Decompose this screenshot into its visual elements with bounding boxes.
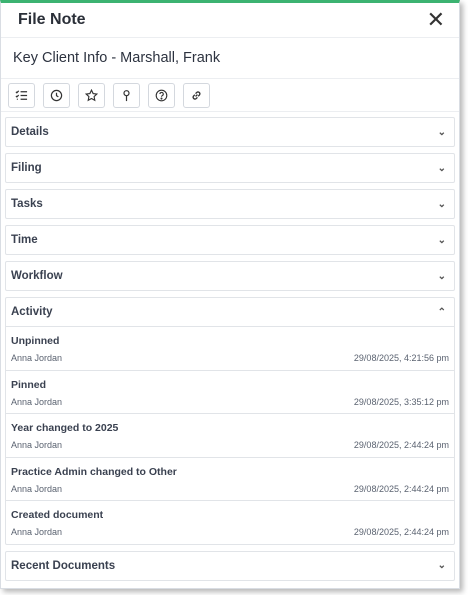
toolbar	[1, 79, 459, 112]
title-bar: File Note ✕	[1, 3, 459, 38]
activity-user: Anna Jordan	[11, 353, 63, 363]
section-tasks: Tasks ⌄	[5, 189, 455, 219]
section-workflow: Workflow ⌄	[5, 261, 455, 291]
history-button[interactable]	[43, 82, 70, 108]
help-button[interactable]	[148, 82, 175, 108]
activity-user: Anna Jordan	[11, 440, 63, 450]
section-recent-documents: Recent Documents ⌄	[5, 550, 455, 581]
panel-title: File Note	[18, 11, 86, 28]
activity-title: Year changed to 2025	[11, 422, 119, 434]
activity-timestamp: 29/08/2025, 4:21:56 pm	[353, 353, 449, 363]
sections-list: Details ⌄ Filing ⌄ Tasks ⌄ Time ⌄ Workfl	[1, 112, 459, 581]
section-header-filing[interactable]: Filing ⌄	[6, 154, 454, 182]
section-details: Details ⌄	[5, 117, 455, 147]
chevron-down-icon: ⌄	[437, 270, 446, 282]
checklist-icon	[15, 89, 28, 100]
note-subtitle: Key Client Info - Marshall, Frank	[1, 38, 459, 79]
clock-icon	[50, 89, 63, 101]
chevron-down-icon: ⌄	[437, 162, 446, 174]
activity-user: Anna Jordan	[11, 527, 63, 537]
favourite-button[interactable]	[78, 82, 105, 108]
link-button[interactable]	[183, 82, 210, 108]
activity-timestamp: 29/08/2025, 2:44:24 pm	[353, 483, 449, 494]
section-header-time[interactable]: Time ⌄	[6, 226, 454, 254]
section-header-details[interactable]: Details ⌄	[6, 118, 454, 146]
chevron-down-icon: ⌄	[437, 198, 446, 210]
activity-timestamp: 29/08/2025, 2:44:24 pm	[353, 440, 449, 450]
section-title: Time	[11, 234, 38, 246]
pin-button[interactable]	[113, 82, 140, 108]
chevron-down-icon: ⌄	[437, 126, 446, 138]
activity-item: Practice Admin changed to Other Anna Jor…	[6, 456, 454, 501]
section-activity: Activity ⌃ Unpinned Anna Jordan 29/08/202…	[5, 297, 455, 545]
section-header-activity[interactable]: Activity ⌃	[6, 298, 454, 326]
activity-timestamp: 29/08/2025, 3:35:12 pm	[353, 396, 449, 407]
section-title: Workflow	[11, 270, 63, 282]
close-icon[interactable]: ✕	[427, 9, 445, 31]
question-icon	[155, 89, 168, 101]
activity-user: Anna Jordan	[11, 483, 63, 494]
section-header-tasks[interactable]: Tasks ⌄	[6, 190, 454, 218]
activity-user: Anna Jordan	[11, 396, 63, 407]
checklist-button[interactable]	[8, 82, 35, 108]
section-time: Time ⌄	[5, 225, 455, 255]
activity-title: Pinned	[11, 378, 47, 391]
section-filing: Filing ⌄	[5, 153, 455, 183]
activity-title: Unpinned	[11, 335, 60, 347]
file-note-panel: File Note ✕ Key Client Info - Marshall, …	[0, 0, 460, 589]
section-title: Recent Documents	[11, 559, 116, 572]
activity-timestamp: 29/08/2025, 2:44:24 pm	[353, 527, 449, 537]
activity-item: Pinned Anna Jordan 29/08/2025, 3:35:12 pm	[6, 369, 454, 414]
link-icon	[192, 90, 201, 100]
activity-item: Year changed to 2025 Anna Jordan 29/08/20…	[6, 413, 454, 457]
section-title: Activity	[11, 306, 53, 318]
activity-item: Created document Anna Jordan 29/08/2025, …	[6, 500, 454, 544]
chevron-down-icon: ⌄	[437, 234, 446, 246]
section-title: Details	[11, 126, 49, 138]
section-header-recent-documents[interactable]: Recent Documents ⌄	[6, 552, 454, 580]
section-title: Filing	[11, 162, 42, 174]
activity-title: Created document	[11, 509, 104, 521]
section-title: Tasks	[11, 198, 43, 210]
activity-title: Practice Admin changed to Other	[11, 465, 177, 478]
section-header-workflow[interactable]: Workflow ⌄	[6, 262, 454, 290]
chevron-up-icon: ⌃	[437, 306, 446, 318]
chevron-down-icon: ⌄	[437, 560, 446, 571]
star-icon	[85, 88, 98, 101]
activity-item: Unpinned Anna Jordan 29/08/2025, 4:21:56 …	[6, 326, 454, 370]
pin-icon	[123, 89, 130, 101]
